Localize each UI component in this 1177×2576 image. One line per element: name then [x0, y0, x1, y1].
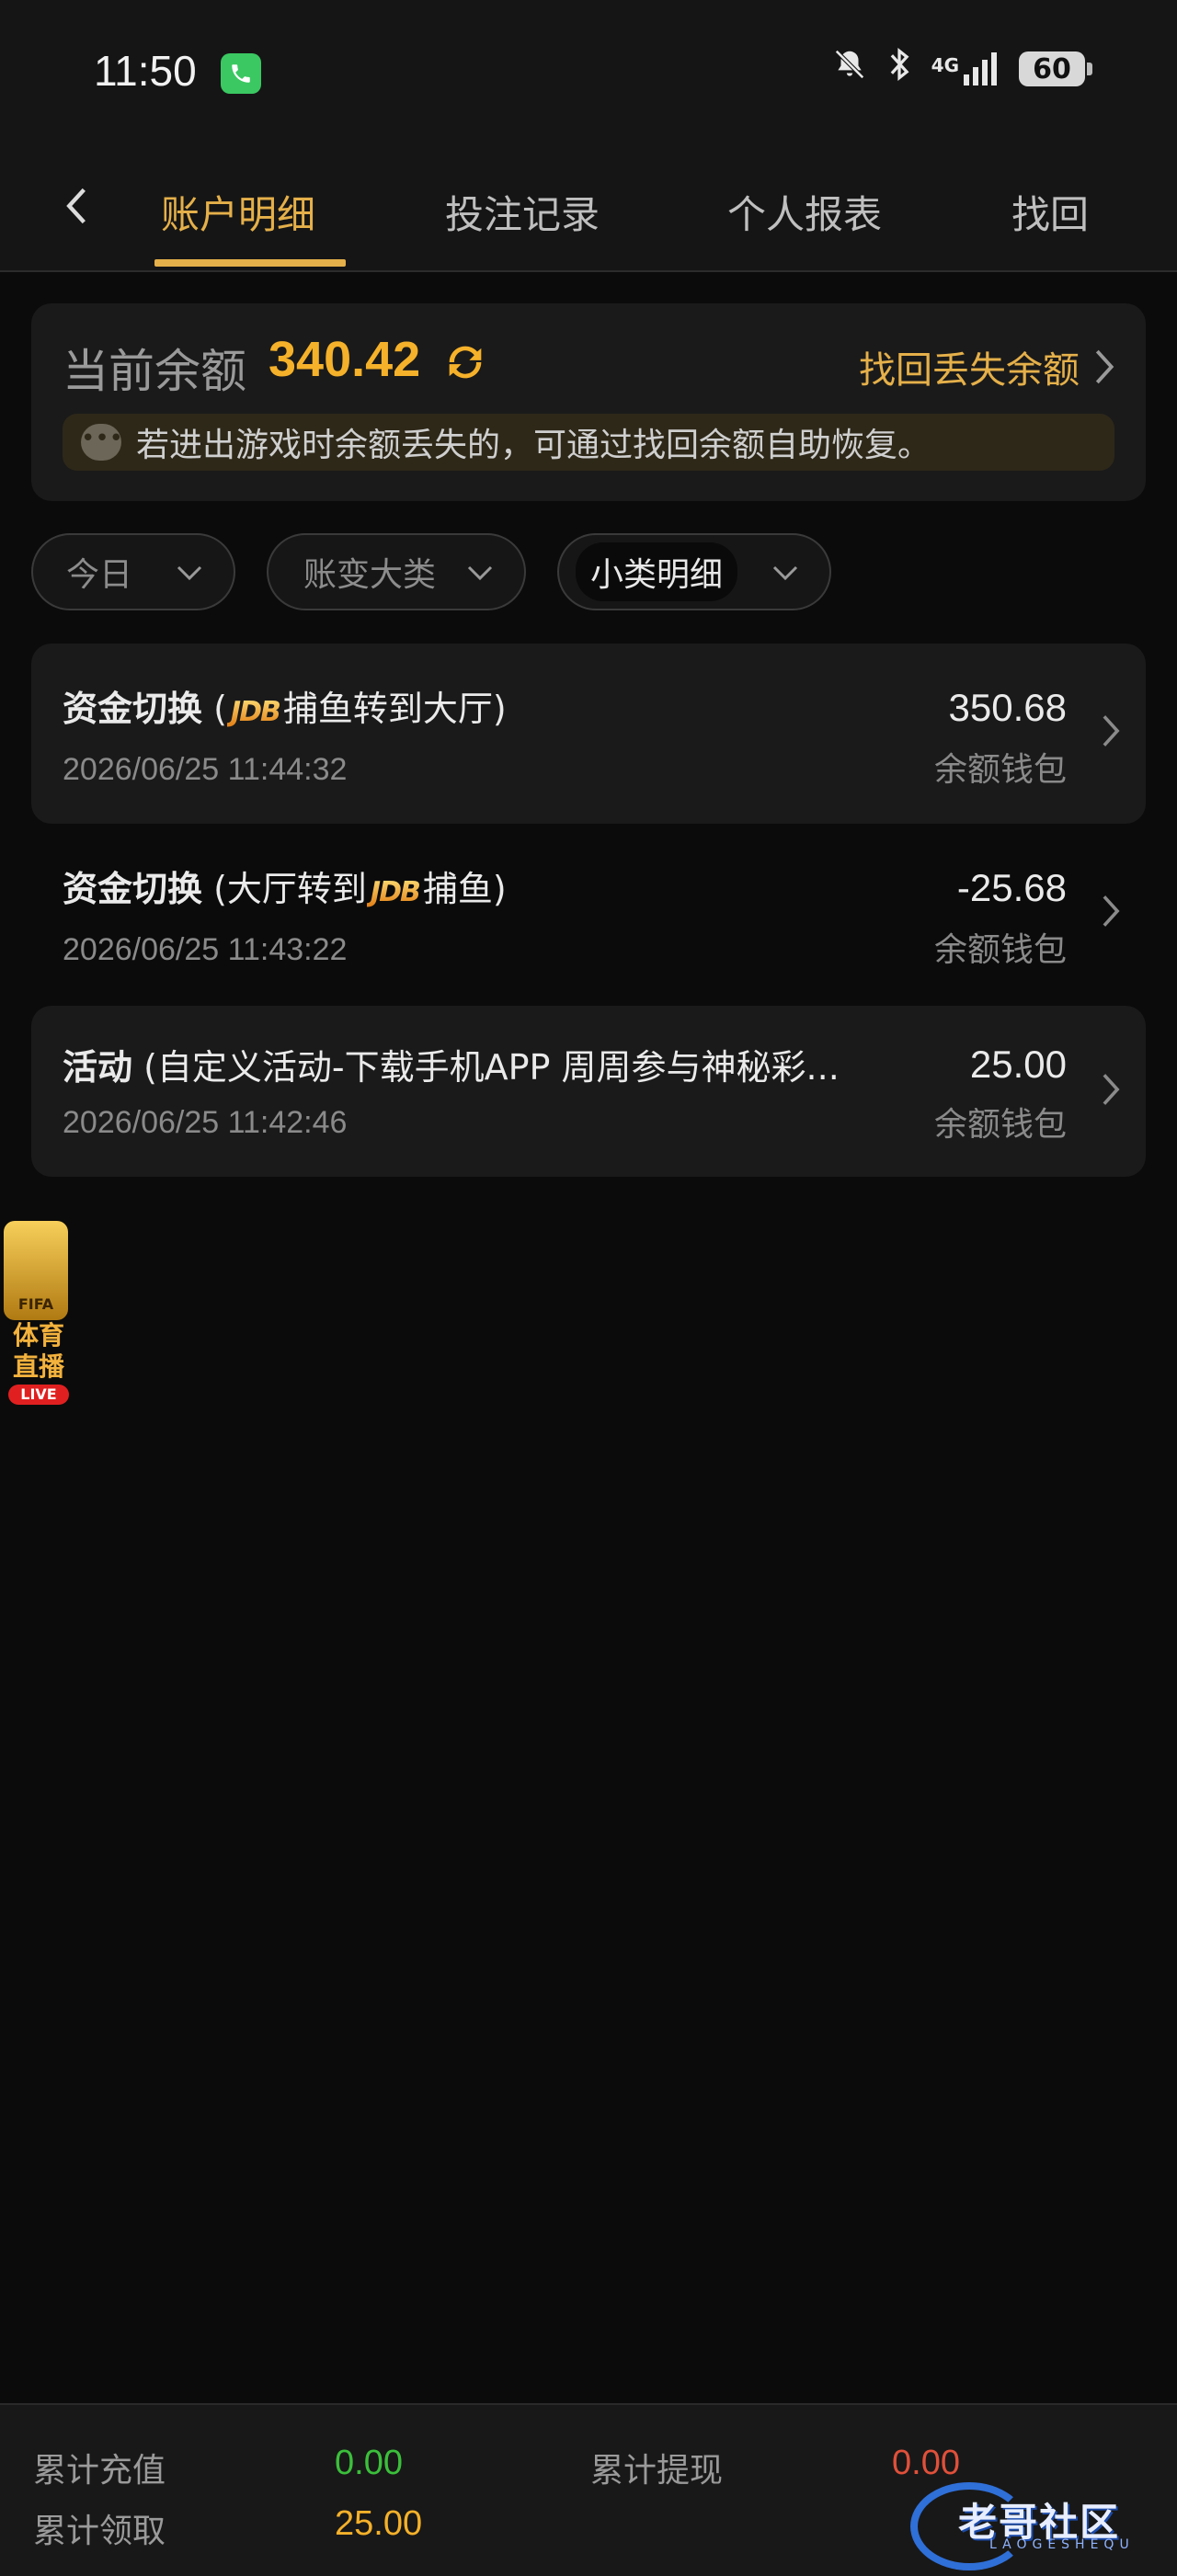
- record-title: 资金切换 (JDB 捕鱼转到大厅): [63, 680, 507, 731]
- chevron-down-icon: [769, 550, 802, 605]
- tab-recover[interactable]: 找回: [1011, 184, 1094, 240]
- chat-bubble-icon: •••: [81, 424, 123, 461]
- refresh-icon[interactable]: [440, 338, 491, 390]
- chevron-right-icon: [1095, 349, 1114, 384]
- chevron-right-icon: [1102, 890, 1120, 940]
- active-tab-indicator: [154, 259, 346, 267]
- record-title: 资金切换 (大厅转到 JDB 捕鱼): [63, 861, 507, 911]
- record-title: 活动 (自定义活动-下载手机APP 周周参与神秘彩...: [63, 1039, 840, 1089]
- bell-muted-icon: [832, 46, 867, 92]
- filter-subcategory[interactable]: 小类明细: [557, 533, 831, 610]
- jdb-logo: JDB: [227, 696, 283, 728]
- notice-bar: ••• 若进出游戏时余额丢失的，可通过找回余额自助恢复。: [63, 414, 1114, 471]
- network-type-label: 4G: [931, 54, 959, 76]
- tab-account-details[interactable]: 账户明细: [161, 184, 315, 240]
- total-claim-label: 累计领取: [33, 2513, 166, 2550]
- record-type: 资金切换: [63, 869, 203, 909]
- filter-date-label: 今日: [66, 556, 133, 594]
- fifa-label: FIFA: [17, 1295, 54, 1313]
- record-detail-post: 捕鱼转到大厅): [282, 689, 507, 729]
- record-time: 2026/06/25 11:44:32: [63, 752, 348, 787]
- filter-subcategory-label: 小类明细: [576, 542, 738, 601]
- signal-icon: 4G: [931, 51, 999, 87]
- record-type: 活动: [63, 1047, 133, 1088]
- chevron-right-icon: [1102, 710, 1120, 759]
- notice-text: 若进出游戏时余额丢失的，可通过找回余额自助恢复。: [136, 427, 931, 464]
- bluetooth-icon: [887, 46, 911, 92]
- status-icons: 4G 60: [832, 46, 1092, 92]
- list-item[interactable]: 活动 (自定义活动-下载手机APP 周周参与神秘彩... 2026/06/25 …: [31, 1006, 1146, 1177]
- chevron-right-icon: [1102, 1068, 1120, 1118]
- jdb-logo: JDB: [367, 876, 423, 908]
- filter-category-label: 账变大类: [303, 556, 437, 594]
- chevron-down-icon: [173, 550, 206, 605]
- total-withdraw-label: 累计提现: [590, 2452, 724, 2490]
- list-item[interactable]: 资金切换 (JDB 捕鱼转到大厅) 2026/06/25 11:44:32 350…: [31, 644, 1146, 824]
- status-time: 11:50: [94, 47, 197, 95]
- live-tag: LIVE: [8, 1385, 69, 1405]
- live-stream-label: 直播: [12, 1351, 64, 1382]
- record-detail-post: 捕鱼): [422, 869, 507, 909]
- record-amount: 25.00: [969, 1043, 1067, 1086]
- record-type: 资金切换: [63, 689, 203, 729]
- watermark-logo: 老哥社区 LAOGESHEQU: [910, 2477, 1159, 2570]
- filter-category[interactable]: 账变大类: [267, 533, 526, 610]
- record-wallet: 余额钱包: [933, 1106, 1067, 1144]
- record-time: 2026/06/25 11:42:46: [63, 1105, 348, 1140]
- record-amount: 350.68: [948, 686, 1067, 729]
- record-amount: -25.68: [956, 866, 1067, 909]
- back-button[interactable]: [57, 178, 97, 234]
- battery-level: 60: [1033, 52, 1071, 85]
- list-item[interactable]: 资金切换 (大厅转到 JDB 捕鱼) 2026/06/25 11:43:22 -25…: [31, 824, 1146, 1004]
- record-detail-pre: (: [202, 689, 227, 729]
- balance-card: 当前余额 340.42 找回丢失余额 ••• 若进出游戏时余额丢失的，可通过找回…: [31, 303, 1146, 501]
- recover-balance-label: 找回丢失余额: [859, 349, 1080, 392]
- total-recharge-value: 0.00: [335, 2444, 403, 2482]
- sports-label: 体育: [12, 1320, 64, 1351]
- tab-bar: 账户明细 投注记录 个人报表 找回: [0, 147, 1177, 272]
- record-wallet: 余额钱包: [933, 751, 1067, 789]
- tab-personal-report[interactable]: 个人报表: [727, 184, 882, 240]
- record-detail-pre: (自定义活动-下载手机APP 周周参与神秘彩...: [132, 1047, 840, 1088]
- record-detail-pre: (大厅转到: [202, 869, 367, 909]
- summary-bar: 累计充值 0.00 累计提现 0.00 累计领取 25.00 老哥社区 LAOG…: [0, 2403, 1177, 2576]
- watermark-subtext: LAOGESHEQU: [989, 2537, 1135, 2552]
- total-claim-value: 25.00: [335, 2504, 423, 2543]
- filter-date[interactable]: 今日: [31, 533, 235, 610]
- sports-live-badge[interactable]: FIFA 体育 直播 LIVE: [4, 1221, 74, 1405]
- tab-bet-records[interactable]: 投注记录: [445, 184, 600, 240]
- record-wallet: 余额钱包: [933, 931, 1067, 969]
- chevron-down-icon: [463, 550, 497, 605]
- phone-icon: [221, 53, 261, 94]
- balance-label: 当前余额: [63, 345, 246, 398]
- record-time: 2026/06/25 11:43:22: [63, 932, 348, 967]
- status-bar: 11:50 4G 60: [0, 0, 1177, 147]
- trophy-icon: FIFA: [4, 1221, 68, 1320]
- chevron-left-icon: [66, 188, 86, 224]
- balance-value: 340.42: [269, 332, 421, 387]
- recover-balance-link[interactable]: 找回丢失余额: [859, 340, 1114, 393]
- total-recharge-label: 累计充值: [33, 2452, 166, 2490]
- battery-icon: 60: [1019, 51, 1092, 86]
